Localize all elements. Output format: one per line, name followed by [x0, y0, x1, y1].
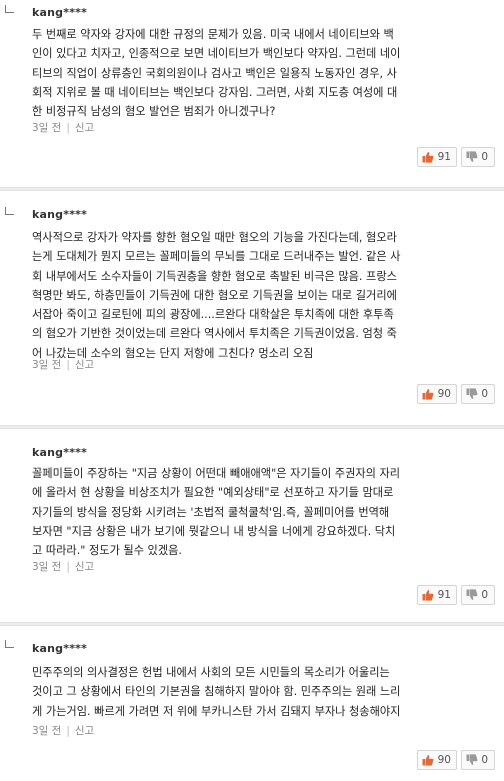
like-count: 90	[437, 754, 451, 766]
thumbs-down-icon	[466, 151, 478, 162]
thumbs-up-icon	[422, 152, 434, 163]
comment-line: 회적 지위로 볼 때 네이티브는 백인보다 강자임. 그러면, 사회 지도층 여…	[32, 85, 398, 99]
comment-meta: 3일 전 | 신고	[32, 357, 94, 372]
comment-list: kang**** 두 번째로 약자와 강자에 대한 규정의 문제가 있음. 미국…	[0, 0, 504, 781]
comment-line: 서잡아 죽이고 길로틴에 피의 광장에....르완다 대학살은 투치족에 대한 …	[32, 308, 394, 322]
comment-line: 의 혐오가 기반한 것이었는데 르완다 역사에서 투치족은 기득권이었음. 엄청…	[32, 327, 397, 341]
comment-line: 게 가는거임. 빠르게 가려면 저 위에 부카니스탄 가서 김돼지 부자나 청송…	[32, 704, 401, 718]
report-link[interactable]: 신고	[75, 725, 94, 737]
thumbs-up-icon	[422, 755, 434, 766]
comment-time: 3일 전	[32, 725, 62, 737]
thumbs-up-icon	[422, 590, 434, 601]
comment-body: 두 번째로 약자와 강자에 대한 규정의 문제가 있음. 미국 내에서 네이티브…	[32, 25, 494, 121]
like-button[interactable]: 91	[417, 147, 457, 167]
comment-line: 티브의 직업이 상류층인 국회의원이나 검사고 백인은 일용직 노동자인 경우,…	[32, 66, 397, 80]
reply-arrow-icon	[5, 5, 14, 13]
comment-line: 꼴페미들이 주장하는 "지금 상황이 어떤대 빼애애액"은 자기들이 주권자의 …	[32, 467, 401, 480]
comment-line: 보자면 "지금 상황은 내가 보기에 뭣같으니 내 방식을 너에게 강요하겠다.…	[32, 524, 396, 538]
reply-arrow-icon	[5, 207, 14, 215]
comment-meta: 3일 전 | 신고	[32, 559, 94, 574]
comment-divider	[0, 187, 504, 191]
thumbs-up-icon	[422, 389, 434, 400]
reply-arrow-icon	[5, 640, 14, 648]
comment-line: 민주주의의 의사결정은 헌법 내에서 사회의 모든 시민들의 목소리가 어울리는	[32, 666, 390, 679]
comment-author[interactable]: kang****	[32, 6, 87, 19]
like-count: 91	[437, 589, 451, 601]
meta-separator: |	[66, 561, 70, 573]
comment-meta: 3일 전 | 신고	[32, 120, 94, 135]
dislike-count: 0	[481, 388, 488, 400]
comment-author[interactable]: kang****	[32, 446, 87, 459]
comment-line: 고 따라라." 정도가 될수 있겠음.	[32, 544, 182, 558]
comment-line: 회 내부에서도 소수자들이 기득권층을 향한 혐오로 촉발된 비극은 많음. 프…	[32, 269, 397, 283]
comment-divider	[0, 425, 504, 429]
thumbs-down-icon	[466, 754, 478, 765]
comment-time: 3일 전	[32, 122, 62, 134]
comment-meta: 3일 전 | 신고	[32, 723, 94, 738]
dislike-button[interactable]: 0	[461, 147, 495, 167]
comment-line: 자기들의 방식을 정당화 시키려는 '초법적 쿨척쿨척'임.즉, 꼴페미어를 번…	[32, 505, 390, 519]
comment-divider	[0, 622, 504, 626]
comment-line: 것이고 그 상황에서 타인의 기본권을 침해하지 말아야 함. 민주주의는 원래…	[32, 685, 401, 699]
report-link[interactable]: 신고	[75, 359, 94, 371]
comment-line: 어 나갔는데 소수의 혐오는 단지 저항에 그친다? 멍소리 오짐	[32, 346, 314, 360]
comment-line: 역사적으로 강자가 약자를 향한 혐오일 때만 혐오의 기능을 가진다는데, 혐…	[32, 231, 397, 244]
comment-body: 꼴페미들이 주장하는 "지금 상황이 어떤대 빼애애액"은 자기들이 주권자의 …	[32, 464, 494, 560]
dislike-button[interactable]: 0	[461, 384, 495, 404]
comment-author[interactable]: kang****	[32, 642, 87, 655]
dislike-button[interactable]: 0	[461, 585, 495, 605]
dislike-count: 0	[481, 589, 488, 601]
like-button[interactable]: 90	[417, 384, 457, 404]
comment-line: 에 올라서 현 상황을 비상조치가 필요한 "예외상태"로 선포하고 자기들 맘…	[32, 486, 394, 500]
comment-body: 역사적으로 강자가 약자를 향한 혐오일 때만 혐오의 기능을 가진다는데, 혐…	[32, 228, 494, 363]
meta-separator: |	[66, 359, 70, 371]
comment-line: 인이 있다고 치자고, 인종적으로 보면 네이티브가 백인보다 약자임. 그런데…	[32, 47, 401, 61]
comment-line: 혁명만 봐도, 하층민들이 기득권에 대한 혐오로 기득권을 보이는 대로 길거…	[32, 288, 397, 302]
dislike-button[interactable]: 0	[461, 750, 495, 770]
thumbs-down-icon	[466, 589, 478, 600]
meta-separator: |	[66, 122, 70, 134]
comment-line: 는게 도대체가 뭔지 모르는 꼴페미들의 무뇌를 그대로 드러내주는 발언. 같…	[32, 250, 401, 264]
comment-author[interactable]: kang****	[32, 208, 87, 221]
meta-separator: |	[66, 725, 70, 737]
report-link[interactable]: 신고	[75, 122, 94, 134]
comment-line: 한 비정규직 남성의 혐오 발언은 범죄가 아니겠구나?	[32, 105, 276, 119]
like-button[interactable]: 91	[417, 585, 457, 605]
thumbs-down-icon	[466, 388, 478, 399]
dislike-count: 0	[481, 151, 488, 163]
comment-time: 3일 전	[32, 561, 62, 573]
dislike-count: 0	[481, 754, 488, 766]
report-link[interactable]: 신고	[75, 561, 94, 573]
comment-line: 두 번째로 약자와 강자에 대한 규정의 문제가 있음. 미국 내에서 네이티브…	[32, 28, 394, 41]
comment-body: 민주주의의 의사결정은 헌법 내에서 사회의 모든 시민들의 목소리가 어울리는…	[32, 663, 494, 721]
like-button[interactable]: 90	[417, 750, 457, 770]
like-count: 90	[437, 388, 451, 400]
comment-time: 3일 전	[32, 359, 62, 371]
like-count: 91	[437, 151, 451, 163]
